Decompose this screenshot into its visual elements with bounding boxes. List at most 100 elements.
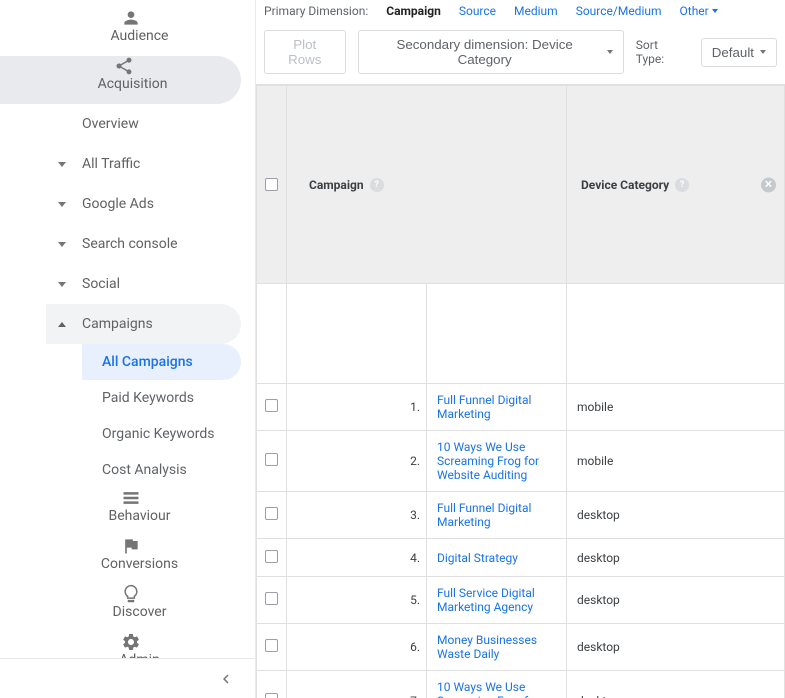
nav-label: Behaviour [108, 508, 170, 524]
dim-source[interactable]: Source [459, 4, 496, 18]
select-all-checkbox[interactable] [265, 178, 278, 191]
row-index: 6. [287, 624, 427, 671]
chevron-down-icon [58, 242, 66, 247]
nav-conversions[interactable]: Conversions [0, 536, 255, 584]
device-category-cell: desktop [567, 671, 785, 698]
nav-overview[interactable]: Overview [46, 104, 255, 144]
dim-source-medium[interactable]: Source/Medium [576, 4, 662, 18]
th-campaign-label: Campaign [309, 178, 364, 192]
row-index: 2. [287, 431, 427, 492]
table-row: 5. Full Service Digital Marketing Agency d… [257, 577, 785, 624]
controls-row: Plot Rows Secondary dimension: Device Ca… [256, 26, 785, 84]
table-row: 6. Money Businesses Waste Daily desktop [257, 624, 785, 671]
row-index: 5. [287, 577, 427, 624]
row-checkbox[interactable] [265, 453, 278, 466]
chevron-down-icon [712, 9, 718, 13]
secondary-dimension-label: Secondary dimension: Device Category [369, 37, 601, 67]
help-icon[interactable]: ? [370, 178, 384, 192]
dim-other[interactable]: Other [680, 4, 718, 18]
nav-google-ads[interactable]: Google Ads [46, 184, 255, 224]
nav-admin[interactable]: Admin [0, 632, 255, 658]
nav-cost-analysis[interactable]: Cost Analysis [82, 452, 255, 488]
device-category-cell: desktop [567, 624, 785, 671]
chevron-down-icon [607, 50, 613, 54]
device-category-cell: desktop [567, 577, 785, 624]
th-device-category[interactable]: Device Category ? ✕ [567, 86, 785, 284]
table-row: 4.Digital Strategydesktop [257, 539, 785, 577]
dim-other-label: Other [680, 4, 709, 18]
th-device-label: Device Category [581, 178, 669, 192]
chevron-down-icon [760, 50, 766, 54]
nav-label: Social [82, 276, 120, 292]
device-category-cell: mobile [567, 431, 785, 492]
nav-label: Overview [82, 116, 139, 132]
chevron-down-icon [58, 202, 66, 207]
sort-type-button[interactable]: Default [701, 38, 777, 67]
campaign-link[interactable]: Money Businesses Waste Daily [437, 633, 537, 661]
nav-label: Organic Keywords [102, 426, 214, 442]
row-checkbox[interactable] [265, 399, 278, 412]
row-checkbox[interactable] [265, 550, 278, 563]
main-content: Primary Dimension: Campaign Source Mediu… [256, 0, 785, 698]
share-icon [112, 56, 136, 76]
nav-label: All Traffic [82, 156, 140, 172]
primary-dimension-label: Primary Dimension: [264, 4, 368, 18]
nav-label: Campaigns [82, 316, 153, 332]
nav-label: Cost Analysis [102, 462, 187, 478]
row-checkbox[interactable] [265, 693, 278, 698]
nav-acquisition[interactable]: Acquisition [0, 56, 241, 104]
summary-row [257, 284, 785, 384]
list-icon [119, 488, 143, 508]
help-icon[interactable]: ? [675, 178, 689, 192]
nav-all-campaigns[interactable]: All Campaigns [82, 344, 241, 380]
chevron-up-icon [58, 322, 66, 327]
campaign-link[interactable]: 10 Ways We Use Screaming Frog for Websit… [437, 680, 539, 698]
nav-audience[interactable]: Audience [0, 8, 255, 56]
nav-behaviour[interactable]: Behaviour [0, 488, 255, 536]
th-campaign[interactable]: Campaign ? [287, 86, 567, 284]
table-row: 1. Full Funnel Digital Marketing mobile [257, 384, 785, 431]
nav: Audience Acquisition Overview All Traffi… [0, 0, 255, 658]
campaign-link[interactable]: Digital Strategy [437, 551, 518, 565]
campaign-link[interactable]: Full Funnel Digital Marketing [437, 393, 531, 421]
nav-search-console[interactable]: Search console [46, 224, 255, 264]
chevron-down-icon [58, 282, 66, 287]
device-category-cell: desktop [567, 492, 785, 539]
table-row: 3. Full Funnel Digital Marketing desktop [257, 492, 785, 539]
nav-label: Paid Keywords [102, 390, 194, 406]
campaign-link[interactable]: Full Service Digital Marketing Agency [437, 586, 535, 614]
dim-medium[interactable]: Medium [514, 4, 558, 18]
dim-campaign[interactable]: Campaign [386, 4, 441, 18]
row-index: 3. [287, 492, 427, 539]
device-category-cell: mobile [567, 384, 785, 431]
chevron-down-icon [58, 162, 66, 167]
plot-rows-button[interactable]: Plot Rows [264, 30, 346, 74]
nav-all-traffic[interactable]: All Traffic [46, 144, 255, 184]
nav-social[interactable]: Social [46, 264, 255, 304]
chevron-left-icon [217, 670, 235, 688]
sort-type-value: Default [712, 45, 754, 60]
row-checkbox[interactable] [265, 507, 278, 520]
remove-column-button[interactable]: ✕ [761, 177, 776, 192]
campaigns-submenu: All Campaigns Paid Keywords Organic Keyw… [0, 344, 255, 488]
campaign-link[interactable]: Full Funnel Digital Marketing [437, 501, 531, 529]
nav-campaigns[interactable]: Campaigns [46, 304, 241, 344]
primary-dimension-row: Primary Dimension: Campaign Source Mediu… [256, 0, 785, 26]
sidebar: Audience Acquisition Overview All Traffi… [0, 0, 256, 698]
nav-organic-keywords[interactable]: Organic Keywords [82, 416, 255, 452]
nav-label: Discover [113, 604, 167, 620]
table-row: 2.10 Ways We Use Screaming Frog for Webs… [257, 431, 785, 492]
row-checkbox[interactable] [265, 592, 278, 605]
nav-label: Audience [111, 28, 169, 44]
nav-label: All Campaigns [102, 354, 193, 370]
row-index: 1. [287, 384, 427, 431]
acq-submenu: Overview All Traffic Google Ads Search c… [0, 104, 255, 344]
nav-label: Google Ads [82, 196, 154, 212]
nav-paid-keywords[interactable]: Paid Keywords [82, 380, 255, 416]
table-row: 7.10 Ways We Use Screaming Frog for Webs… [257, 671, 785, 698]
secondary-dimension-button[interactable]: Secondary dimension: Device Category [358, 30, 624, 74]
row-checkbox[interactable] [265, 639, 278, 652]
collapse-sidebar-button[interactable] [0, 658, 255, 698]
nav-discover[interactable]: Discover [0, 584, 255, 632]
campaign-link[interactable]: 10 Ways We Use Screaming Frog for Websit… [437, 440, 539, 482]
